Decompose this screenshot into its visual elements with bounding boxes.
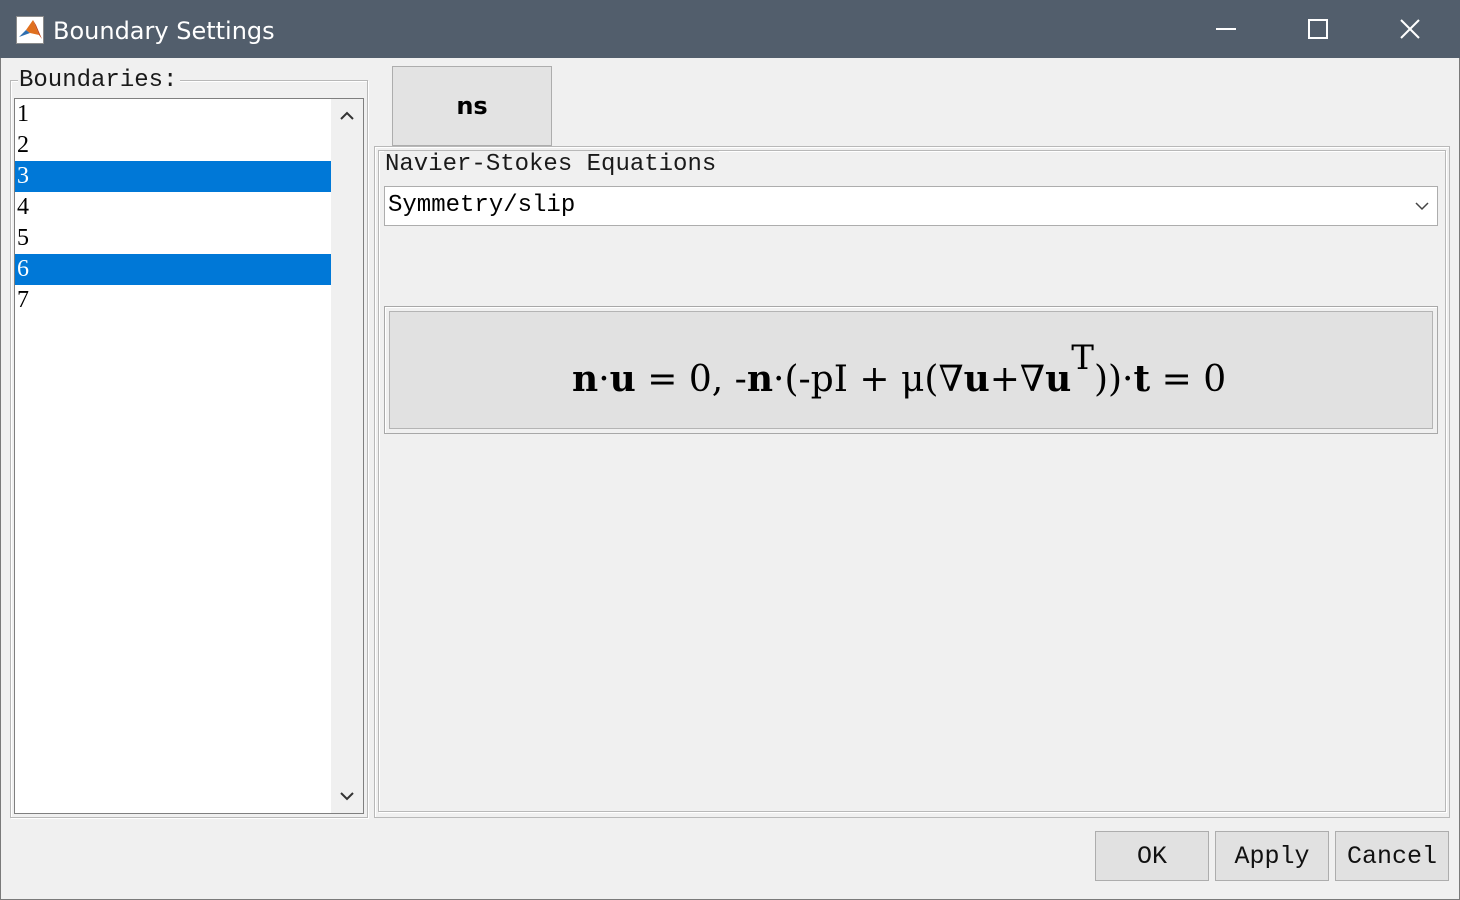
boundaries-label: Boundaries: [18, 67, 181, 95]
window-title: Boundary Settings [53, 17, 275, 45]
boundaries-list-items: 1 2 3 4 5 6 7 [15, 99, 331, 316]
boundary-condition-select[interactable]: Symmetry/slip [384, 186, 1438, 226]
list-item[interactable]: 6 [15, 254, 331, 285]
list-item[interactable]: 2 [15, 130, 331, 161]
list-scrollbar[interactable] [331, 99, 363, 813]
equation-panel: n·u = 0, -n·(-pI + μ(∇u+∇uT))·t = 0 [389, 311, 1433, 429]
list-item[interactable]: 7 [15, 285, 331, 316]
list-item[interactable]: 5 [15, 223, 331, 254]
list-item[interactable]: 3 [15, 161, 331, 192]
equation-display: n·u = 0, -n·(-pI + μ(∇u+∇uT))·t = 0 [384, 306, 1438, 434]
navier-stokes-group [378, 150, 1446, 812]
boundary-condition-value: Symmetry/slip [388, 192, 576, 219]
chevron-up-icon[interactable] [331, 99, 363, 133]
chevron-down-icon[interactable] [331, 779, 363, 813]
boundaries-list[interactable]: 1 2 3 4 5 6 7 [14, 98, 364, 814]
list-item[interactable]: 4 [15, 192, 331, 223]
navier-stokes-label: Navier-Stokes Equations [384, 151, 720, 179]
minimize-icon[interactable] [1180, 0, 1272, 58]
tab-ns[interactable]: ns [392, 66, 552, 146]
maximize-icon[interactable] [1272, 0, 1364, 58]
close-icon[interactable] [1364, 0, 1456, 58]
list-item[interactable]: 1 [15, 99, 331, 130]
apply-button[interactable]: Apply [1215, 831, 1329, 881]
equation-formula: n·u = 0, -n·(-pI + μ(∇u+∇uT))·t = 0 [572, 338, 1227, 400]
cancel-button[interactable]: Cancel [1335, 831, 1449, 881]
chevron-down-icon[interactable] [1407, 187, 1437, 225]
matlab-icon [16, 16, 44, 44]
ok-button[interactable]: OK [1095, 831, 1209, 881]
title-bar[interactable]: Boundary Settings [0, 0, 1460, 58]
